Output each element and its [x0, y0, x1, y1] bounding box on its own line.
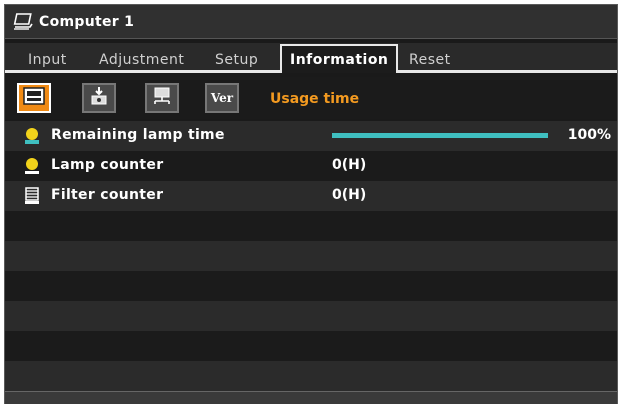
list-item-remaining-lamp-time: Remaining lamp time 100%	[5, 121, 617, 151]
tab-bar: Input Adjustment Setup Information Reset	[5, 43, 617, 73]
filter-counter-value: 0(H)	[332, 187, 367, 203]
list-item-filter-counter: Filter counter 0(H)	[5, 181, 617, 211]
lamp-time-icon	[22, 126, 42, 146]
version-icon: Ver	[210, 91, 234, 105]
empty-row	[5, 271, 617, 301]
empty-row	[5, 241, 617, 271]
usage-time-icon	[23, 87, 45, 109]
network-icon	[152, 86, 172, 110]
subtab-usage-time[interactable]	[17, 83, 51, 113]
section-title: Usage time	[270, 91, 360, 107]
subtab-source[interactable]	[82, 83, 116, 113]
status-bar	[5, 391, 617, 404]
source-icon	[89, 86, 109, 110]
lamp-time-progress-fill	[332, 133, 548, 138]
row-label: Lamp counter	[51, 157, 164, 173]
title-bar: Computer 1	[5, 5, 617, 39]
lamp-time-percent: 100%	[567, 127, 611, 143]
menu-window: Computer 1 Input Adjustment Setup Inform…	[4, 4, 618, 404]
list-item-lamp-counter: Lamp counter 0(H)	[5, 151, 617, 181]
tab-input[interactable]: Input	[28, 47, 67, 73]
row-label: Remaining lamp time	[51, 127, 225, 143]
row-label: Filter counter	[51, 187, 164, 203]
lamp-counter-value: 0(H)	[332, 157, 367, 173]
empty-row	[5, 211, 617, 241]
filter-counter-icon	[22, 186, 42, 206]
empty-row	[5, 361, 617, 391]
empty-row	[5, 331, 617, 361]
sub-tab-bar: Ver Usage time	[5, 77, 617, 119]
lamp-counter-icon	[22, 156, 42, 176]
computer-monitor-icon	[13, 12, 33, 31]
tab-adjustment[interactable]: Adjustment	[99, 47, 184, 73]
lamp-time-progress-bar	[332, 133, 548, 138]
empty-row	[5, 301, 617, 331]
window-title: Computer 1	[39, 13, 135, 30]
tab-information[interactable]: Information	[280, 44, 399, 73]
tab-setup[interactable]: Setup	[215, 47, 258, 73]
tab-reset[interactable]: Reset	[409, 47, 451, 73]
subtab-network[interactable]	[145, 83, 179, 113]
subtab-version[interactable]: Ver	[205, 83, 239, 113]
